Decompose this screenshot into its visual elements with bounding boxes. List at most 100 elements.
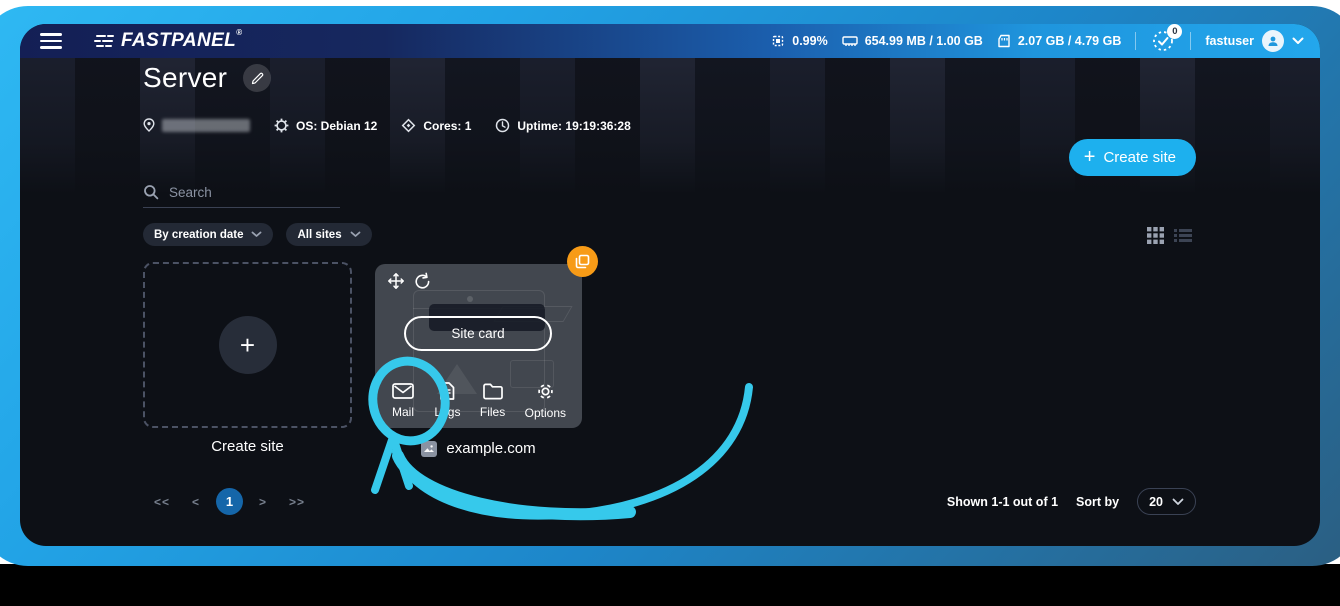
fastpanel-app-window: FASTPANEL® 0.99% 654.99 MB / 1.00 GB bbox=[20, 24, 1320, 546]
copy-icon bbox=[575, 254, 590, 269]
site-card-actions: Mail Logs Files bbox=[375, 381, 582, 420]
mail-button[interactable]: Mail bbox=[391, 381, 415, 420]
results-summary-row: Shown 1-1 out of 1 Sort by 20 bbox=[947, 488, 1196, 515]
list-view-icon bbox=[1174, 228, 1192, 243]
site-domain-row[interactable]: example.com bbox=[375, 440, 582, 457]
server-meta-row: OS: Debian 12 Cores: 1 Uptime: 19:19:36:… bbox=[143, 118, 631, 133]
avatar bbox=[1262, 30, 1284, 52]
edit-server-name-button[interactable] bbox=[243, 64, 271, 92]
topbar-stats: 0.99% 654.99 MB / 1.00 GB bbox=[771, 28, 1304, 54]
logs-label: Logs bbox=[434, 405, 460, 419]
search-field[interactable] bbox=[143, 184, 340, 208]
create-site-card[interactable]: + bbox=[143, 262, 352, 428]
clock-icon bbox=[495, 118, 510, 133]
site-card-example-com[interactable]: Site card Mail Logs bbox=[375, 264, 582, 428]
cores-icon bbox=[401, 118, 416, 133]
username: fastuser bbox=[1205, 34, 1254, 48]
list-view-button[interactable] bbox=[1174, 228, 1192, 248]
plus-icon: + bbox=[240, 330, 255, 361]
logs-button[interactable]: Logs bbox=[434, 381, 460, 420]
user-menu[interactable]: fastuser bbox=[1205, 30, 1304, 52]
server-cores-value: Cores: 1 bbox=[423, 119, 471, 133]
gear-icon bbox=[535, 381, 556, 402]
server-uptime-value: Uptime: 19:19:36:28 bbox=[517, 119, 630, 133]
sort-by-label: Sort by bbox=[1076, 495, 1119, 509]
cpu-value: 0.99% bbox=[792, 34, 827, 48]
page-title: Server bbox=[143, 62, 227, 94]
options-label: Options bbox=[525, 406, 566, 420]
server-os-value: OS: Debian 12 bbox=[296, 119, 377, 133]
grid-view-icon bbox=[1147, 227, 1164, 244]
view-toggle-group bbox=[1147, 227, 1192, 249]
chevron-down-icon bbox=[1172, 498, 1184, 506]
pagination-last-button[interactable]: >> bbox=[283, 491, 311, 513]
search-icon bbox=[143, 184, 159, 200]
create-site-card-label: Create site bbox=[143, 438, 352, 455]
plus-icon: + bbox=[1084, 147, 1096, 167]
site-type-dropdown[interactable]: All sites bbox=[286, 223, 371, 246]
pagination-prev-button[interactable]: < bbox=[186, 491, 206, 513]
search-input[interactable] bbox=[169, 185, 329, 200]
fastpanel-logo[interactable]: FASTPANEL® bbox=[94, 30, 242, 52]
disk-usage-stat: 2.07 GB / 4.79 GB bbox=[997, 34, 1122, 48]
files-label: Files bbox=[480, 405, 505, 419]
files-button[interactable]: Files bbox=[480, 381, 505, 420]
sort-order-dropdown[interactable]: By creation date bbox=[143, 223, 273, 246]
image-icon bbox=[423, 443, 435, 455]
pagination: << < 1 > >> bbox=[148, 488, 311, 515]
server-ip-item bbox=[143, 118, 250, 133]
top-navigation-bar: FASTPANEL® 0.99% 654.99 MB / 1.00 GB bbox=[20, 24, 1320, 58]
cpu-usage-stat: 0.99% bbox=[771, 34, 827, 48]
location-pin-icon bbox=[143, 118, 155, 133]
ram-icon bbox=[842, 35, 858, 47]
notifications-button[interactable]: 0 bbox=[1150, 28, 1176, 54]
topbar-divider bbox=[1135, 32, 1136, 50]
duplicate-site-badge[interactable] bbox=[567, 246, 598, 277]
create-site-button[interactable]: + Create site bbox=[1069, 139, 1196, 176]
server-cores-item: Cores: 1 bbox=[401, 118, 471, 133]
chevron-down-icon bbox=[251, 231, 262, 238]
refresh-site-button[interactable] bbox=[414, 272, 431, 295]
plus-circle: + bbox=[219, 316, 277, 374]
drag-move-button[interactable] bbox=[387, 272, 405, 295]
chevron-down-icon bbox=[1292, 37, 1304, 45]
bottom-black-strip bbox=[0, 564, 1340, 606]
os-icon bbox=[274, 118, 289, 133]
options-button[interactable]: Options bbox=[525, 381, 566, 420]
redacted-ip-address bbox=[162, 119, 250, 132]
cpu-icon bbox=[771, 34, 785, 48]
topbar-divider bbox=[1190, 32, 1191, 50]
disk-value: 2.07 GB / 4.79 GB bbox=[1018, 34, 1122, 48]
files-icon bbox=[482, 381, 504, 401]
site-card-button[interactable]: Site card bbox=[404, 316, 552, 351]
move-icon bbox=[387, 272, 405, 290]
filter-pills: By creation date All sites bbox=[143, 223, 372, 246]
create-site-button-label: Create site bbox=[1103, 149, 1176, 166]
pagination-current-page[interactable]: 1 bbox=[216, 488, 243, 515]
logo-text: FASTPANEL® bbox=[121, 30, 242, 52]
per-page-dropdown[interactable]: 20 bbox=[1137, 488, 1196, 515]
pagination-next-button[interactable]: > bbox=[253, 491, 273, 513]
site-type-label: All sites bbox=[297, 229, 341, 241]
pencil-icon bbox=[251, 72, 264, 85]
grid-view-button[interactable] bbox=[1147, 227, 1164, 249]
logo-equalizer-icon bbox=[94, 32, 114, 50]
hamburger-menu-icon[interactable] bbox=[40, 33, 62, 49]
disk-icon bbox=[997, 34, 1011, 48]
chevron-down-icon bbox=[350, 231, 361, 238]
ram-value: 654.99 MB / 1.00 GB bbox=[865, 34, 983, 48]
user-icon bbox=[1266, 34, 1280, 48]
shown-count-text: Shown 1-1 out of 1 bbox=[947, 495, 1058, 509]
per-page-value: 20 bbox=[1149, 495, 1163, 509]
notifications-count-badge: 0 bbox=[1167, 24, 1182, 39]
server-os-item: OS: Debian 12 bbox=[274, 118, 377, 133]
refresh-icon bbox=[414, 272, 431, 290]
mail-label: Mail bbox=[392, 405, 414, 419]
sort-order-label: By creation date bbox=[154, 229, 243, 241]
site-thumbnail-icon bbox=[421, 441, 437, 457]
site-card-button-label: Site card bbox=[451, 326, 504, 341]
server-uptime-item: Uptime: 19:19:36:28 bbox=[495, 118, 630, 133]
ram-usage-stat: 654.99 MB / 1.00 GB bbox=[842, 34, 983, 48]
site-domain: example.com bbox=[446, 440, 535, 457]
pagination-first-button[interactable]: << bbox=[148, 491, 176, 513]
